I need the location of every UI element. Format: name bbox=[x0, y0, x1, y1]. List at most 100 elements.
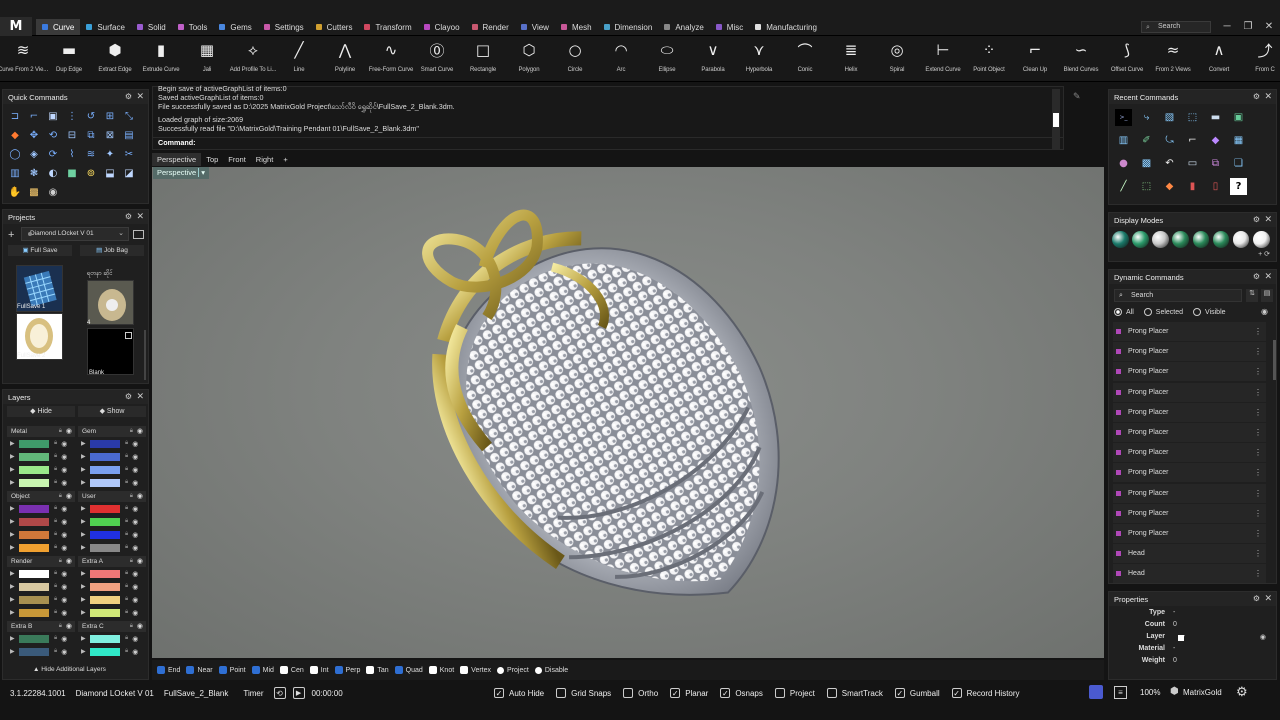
checkbox-icon[interactable]: ✓ bbox=[670, 688, 681, 698]
paint-icon[interactable]: ✐ bbox=[1138, 132, 1155, 149]
layer-row[interactable]: ▶ 🔒︎ ◉ bbox=[7, 450, 75, 463]
dynamic-command-item[interactable]: Prong Placer ⋮ bbox=[1113, 422, 1266, 442]
layer-group-header[interactable]: Gem 🔒︎ ◉ bbox=[78, 426, 146, 437]
align-icon[interactable]: ⊠ bbox=[101, 126, 119, 144]
toggle-auto-hide[interactable]: ✓ Auto Hide bbox=[494, 688, 544, 698]
list-view-icon[interactable]: ▤ bbox=[1261, 289, 1273, 302]
dynamic-command-item[interactable]: Prong Placer ⋮ bbox=[1113, 342, 1266, 362]
surface-icon[interactable]: ▣ bbox=[44, 107, 62, 125]
filter-all[interactable]: All bbox=[1114, 308, 1134, 316]
radio-icon[interactable] bbox=[534, 666, 542, 674]
eye-icon[interactable]: ◉ bbox=[1261, 307, 1268, 316]
tab-top[interactable]: Top bbox=[201, 153, 223, 166]
layer-color-swatch[interactable] bbox=[90, 478, 120, 487]
expand-icon[interactable]: ▶ bbox=[81, 440, 88, 447]
scrollbar[interactable] bbox=[144, 330, 146, 380]
ribbon-tool-26[interactable]: ∧ Convert bbox=[1196, 36, 1242, 81]
layer-group-header[interactable]: Extra A 🔒︎ ◉ bbox=[78, 556, 146, 567]
display-mode-4[interactable] bbox=[1192, 231, 1210, 248]
lock-icon[interactable]: 🔒︎ bbox=[54, 466, 57, 473]
osnap-end[interactable]: End bbox=[157, 666, 180, 674]
search-input[interactable]: ⌕ Search bbox=[1141, 21, 1211, 33]
array-icon[interactable]: ⊟ bbox=[63, 126, 81, 144]
dynamic-command-item[interactable]: Prong Placer ⋮ bbox=[1113, 463, 1266, 483]
layer-row[interactable]: ▶ 🔒︎ ◉ bbox=[78, 645, 146, 658]
ribbon-tool-22[interactable]: ⌐ Clean Up bbox=[1012, 36, 1058, 81]
checkbox-icon[interactable] bbox=[309, 666, 318, 674]
dynamic-command-item[interactable]: Prong Placer ⋮ bbox=[1113, 382, 1266, 402]
layer-group-header[interactable]: Extra B 🔒︎ ◉ bbox=[7, 621, 75, 632]
render-icon[interactable]: ▤ bbox=[120, 126, 138, 144]
menu-tab-render[interactable]: Render bbox=[466, 19, 515, 35]
toggle-osnaps[interactable]: ✓ Osnaps bbox=[720, 688, 763, 698]
restore-button[interactable]: ❐ bbox=[1238, 19, 1258, 35]
mesh-icon[interactable]: ▩ bbox=[1138, 155, 1155, 172]
kebab-menu-icon[interactable]: ⋮ bbox=[1254, 367, 1262, 376]
menu-tab-surface[interactable]: Surface bbox=[80, 19, 131, 35]
dynamic-command-item[interactable]: Head ⋮ bbox=[1113, 564, 1266, 584]
close-icon[interactable]: ✕ bbox=[136, 91, 144, 102]
eye-icon[interactable]: ◉ bbox=[61, 466, 67, 474]
gear-icon[interactable]: ⚙ bbox=[1253, 594, 1260, 603]
close-icon[interactable]: ✕ bbox=[1264, 91, 1272, 102]
checkbox-icon[interactable] bbox=[556, 688, 567, 698]
eye-icon[interactable]: ◉ bbox=[132, 596, 138, 604]
eye-icon[interactable]: ◉ bbox=[137, 491, 143, 502]
ribbon-tool-27[interactable]: ⤴ From C bbox=[1242, 36, 1280, 81]
full-save-button[interactable]: ▣ Full Save bbox=[8, 245, 72, 256]
layer-color-swatch[interactable] bbox=[19, 608, 49, 617]
lock-icon[interactable]: 🔒︎ bbox=[125, 648, 128, 655]
ribbon-tool-1[interactable]: ▬ Dup Edge bbox=[46, 36, 92, 81]
expand-icon[interactable]: ▶ bbox=[10, 596, 17, 603]
eye-icon[interactable]: ◉ bbox=[137, 621, 143, 632]
expand-icon[interactable]: ▶ bbox=[81, 479, 88, 486]
checkbox-icon[interactable]: ✓ bbox=[720, 688, 731, 698]
layer-color-swatch[interactable] bbox=[90, 439, 120, 448]
checkbox-icon[interactable] bbox=[826, 688, 837, 698]
osnap-point[interactable]: Point bbox=[218, 666, 246, 674]
add-project-icon[interactable]: + bbox=[8, 229, 14, 241]
ribbon-tool-2[interactable]: ⬢ Extract Edge bbox=[92, 36, 138, 81]
command-scrollbar[interactable] bbox=[1052, 89, 1060, 149]
eye-icon[interactable]: ◉ bbox=[61, 583, 67, 591]
perspective-viewport[interactable] bbox=[152, 167, 1104, 658]
eye-icon[interactable]: ◉ bbox=[61, 453, 67, 461]
layer-color-swatch[interactable] bbox=[19, 478, 49, 487]
gear-icon[interactable]: ⚙ bbox=[125, 392, 132, 401]
ribbon-tool-23[interactable]: ∽ Blend Curves bbox=[1058, 36, 1104, 81]
torus-icon[interactable]: ⊚ bbox=[82, 164, 100, 182]
eye-icon[interactable]: ◉ bbox=[132, 609, 138, 617]
card-icon[interactable]: ▬ bbox=[1207, 109, 1224, 126]
lock-icon[interactable]: 🔒︎ bbox=[125, 518, 128, 525]
lock-icon[interactable]: 🔒︎ bbox=[125, 479, 128, 486]
hide-layers-button[interactable]: ◆ Hide bbox=[7, 406, 75, 417]
lock-icon[interactable]: 🔒︎ bbox=[125, 583, 128, 590]
ribbon-tool-25[interactable]: ≈ From 2 Views bbox=[1150, 36, 1196, 81]
lock-icon[interactable]: 🔒︎ bbox=[125, 609, 128, 616]
ribbon-tool-19[interactable]: ◎ Spiral bbox=[874, 36, 920, 81]
layer-color-swatch[interactable] bbox=[90, 530, 120, 539]
layers-icon[interactable]: ❏ bbox=[1230, 155, 1247, 172]
copy-icon[interactable]: ▮ bbox=[1184, 178, 1201, 195]
layer-row[interactable]: ▶ 🔒︎ ◉ bbox=[78, 593, 146, 606]
kebab-menu-icon[interactable]: ⋮ bbox=[1254, 529, 1262, 538]
toggle-record-history[interactable]: ✓ Record History bbox=[951, 688, 1020, 698]
osnap-tan[interactable]: Tan bbox=[366, 666, 389, 674]
chevron-down-icon[interactable]: ▾ bbox=[198, 168, 206, 177]
toggle-ortho[interactable]: Ortho bbox=[623, 688, 658, 698]
kebab-menu-icon[interactable]: ⋮ bbox=[1254, 468, 1262, 477]
layer-row[interactable]: ▶ 🔒︎ ◉ bbox=[78, 437, 146, 450]
gear-icon[interactable]: ⚙ bbox=[1253, 215, 1260, 224]
checkbox-icon[interactable] bbox=[279, 666, 288, 674]
close-icon[interactable]: ✕ bbox=[136, 391, 144, 402]
split-icon[interactable]: ⬚ bbox=[1184, 109, 1201, 126]
lock-icon[interactable]: 🔒︎ bbox=[54, 583, 57, 590]
eye-icon[interactable]: ◉ bbox=[66, 556, 72, 567]
gear-icon[interactable]: ⚙ bbox=[1253, 92, 1260, 101]
eye-icon[interactable]: ◉ bbox=[61, 544, 67, 552]
cards-icon[interactable]: ⧉ bbox=[1207, 155, 1224, 172]
ribbon-tool-0[interactable]: ≋ Curve From 2 Vie... bbox=[0, 36, 48, 81]
lock-icon[interactable]: 🔒︎ bbox=[130, 621, 133, 632]
dup-icon[interactable]: ▭ bbox=[1184, 155, 1201, 172]
expand-icon[interactable]: ▶ bbox=[10, 440, 17, 447]
